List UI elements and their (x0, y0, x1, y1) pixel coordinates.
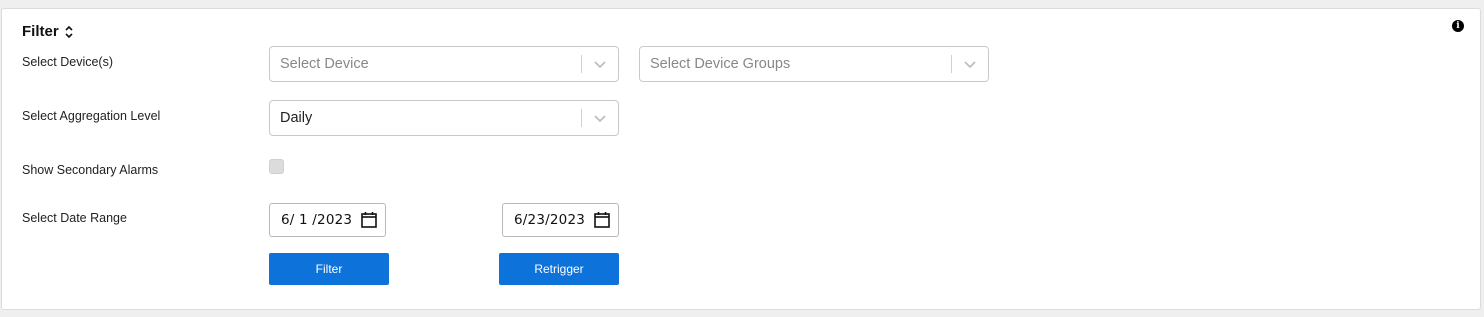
dropdown-separator (581, 55, 582, 73)
date-range-label: Select Date Range (22, 211, 127, 225)
end-date-input[interactable]: 6/23/2023 (502, 203, 619, 237)
calendar-icon[interactable] (594, 211, 610, 228)
start-date-value: 6/ 1 /2023 (281, 212, 353, 228)
select-device-groups-dropdown[interactable]: Select Device Groups (639, 46, 989, 82)
retrigger-button[interactable]: Retrigger (499, 253, 619, 285)
chevron-down-icon[interactable] (963, 57, 977, 71)
aggregation-level-dropdown[interactable]: Daily (269, 100, 619, 136)
filter-button[interactable]: Filter (269, 253, 389, 285)
end-date-value: 6/23/2023 (514, 212, 586, 228)
filter-panel-header[interactable]: Filter (22, 23, 74, 40)
calendar-icon[interactable] (361, 211, 377, 228)
secondary-alarms-label: Show Secondary Alarms (22, 163, 159, 177)
aggregation-level-label: Select Aggregation Level (22, 109, 161, 123)
start-date-input[interactable]: 6/ 1 /2023 (269, 203, 386, 237)
chevron-down-icon[interactable] (593, 57, 607, 71)
select-device-placeholder: Select Device (280, 56, 369, 72)
select-device-groups-placeholder: Select Device Groups (650, 56, 791, 72)
aggregation-level-value: Daily (280, 110, 313, 126)
dropdown-separator (951, 55, 952, 73)
filter-panel: Filter i Select Device(s) Select Device … (1, 8, 1481, 310)
info-icon[interactable]: i (1452, 20, 1464, 32)
select-device-dropdown[interactable]: Select Device (269, 46, 619, 82)
panel-title: Filter (22, 23, 59, 40)
collapse-icon[interactable] (64, 24, 74, 40)
secondary-alarms-checkbox[interactable] (269, 159, 284, 174)
chevron-down-icon[interactable] (593, 111, 607, 125)
select-devices-label: Select Device(s) (22, 55, 113, 69)
dropdown-separator (581, 109, 582, 127)
